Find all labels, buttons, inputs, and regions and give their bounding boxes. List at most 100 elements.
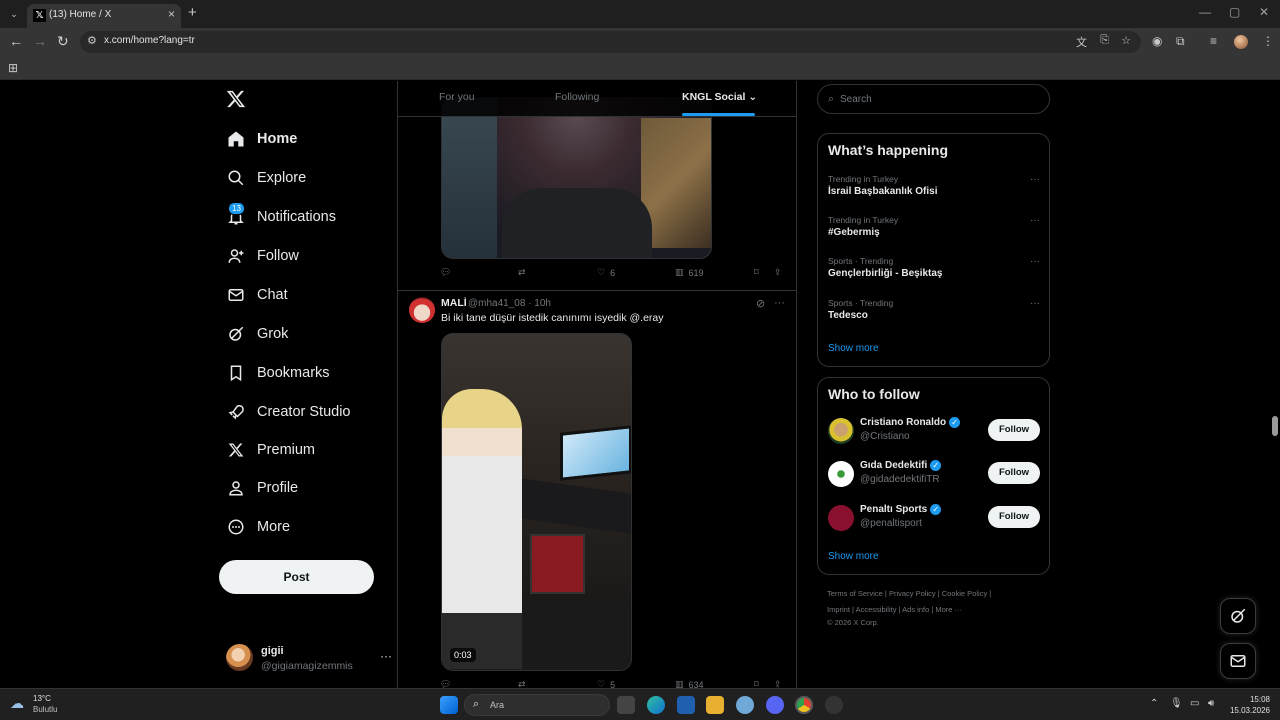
follow-button[interactable]: Follow xyxy=(988,506,1040,528)
nav-notifications[interactable]: 13 Notifications xyxy=(226,202,336,231)
restore-icon[interactable]: ▢ xyxy=(1229,5,1240,19)
bookmark-star-icon[interactable]: ☆ xyxy=(1121,34,1131,47)
tweet2-video[interactable]: 0:03 xyxy=(441,333,632,671)
back-icon[interactable]: ← xyxy=(9,33,23,49)
browser-tab[interactable]: 𝕏 (13) Home / X × xyxy=(27,4,181,28)
start-icon[interactable] xyxy=(440,696,458,714)
volume-icon[interactable]: 🔊︎ xyxy=(1208,698,1214,709)
nav-follow[interactable]: Follow xyxy=(226,242,299,270)
reply-icon[interactable]: 💬︎ xyxy=(440,679,451,688)
follow-button[interactable]: Follow xyxy=(988,419,1040,441)
discord-icon[interactable] xyxy=(766,696,784,714)
trend-item[interactable]: Trending in Turkey İsrail Başbakanlık Of… xyxy=(828,174,1040,197)
follow-button[interactable]: Follow xyxy=(988,462,1040,484)
address-bar[interactable]: ⚙ x.com/home?lang=tr 文 ⎘ ☆ xyxy=(80,31,1141,53)
puzzle-icon[interactable]: ⧉ xyxy=(1176,34,1185,49)
tweet1-media[interactable] xyxy=(441,97,712,259)
grok-float-button[interactable] xyxy=(1220,598,1256,634)
tab-kngl-social[interactable]: KNGL Social ⌄ xyxy=(682,91,757,103)
reply-icon[interactable]: 💬︎ xyxy=(440,267,451,278)
follow-suggestion[interactable]: Cristiano Ronaldo ✓ @Cristiano Follow xyxy=(828,416,1040,448)
translate-icon[interactable]: 文 xyxy=(1076,34,1087,50)
apps-grid-icon[interactable]: ⊞ xyxy=(8,61,18,75)
task-view-icon[interactable] xyxy=(617,696,635,714)
follow-suggestion[interactable]: Penaltı Sports ✓ @penaltisport Follow xyxy=(828,503,1040,535)
x-logo-icon[interactable] xyxy=(226,89,246,109)
post-button[interactable]: Post xyxy=(219,560,374,594)
video-frame xyxy=(442,389,522,669)
tweet-more-icon[interactable]: ··· xyxy=(774,297,785,309)
edge-icon[interactable] xyxy=(647,696,665,714)
nav-more[interactable]: More xyxy=(226,513,290,541)
page-scrollbar[interactable] xyxy=(1272,416,1278,436)
tab-following[interactable]: Following xyxy=(555,91,599,103)
share-icon[interactable]: ⇪ xyxy=(774,679,782,688)
like-button[interactable]: ♡ 6 xyxy=(597,267,615,278)
minimize-icon[interactable]: — xyxy=(1199,5,1211,19)
system-clock[interactable]: 15:08 15.03.2026 xyxy=(1230,694,1270,716)
store-icon[interactable] xyxy=(677,696,695,714)
views-button[interactable]: ▥ 619 xyxy=(675,267,704,278)
bookmark-button-icon[interactable]: ⌑ xyxy=(754,267,759,278)
tab-search-icon[interactable]: ⌄ xyxy=(6,6,22,22)
search-input[interactable]: ⌕ Search xyxy=(817,84,1050,114)
tweet2-handle-time[interactable]: @mha41_08 · 10h xyxy=(468,298,551,309)
nav-bookmarks[interactable]: Bookmarks xyxy=(226,359,330,387)
grok-explain-icon[interactable]: ⊘ xyxy=(756,297,765,310)
footer-links[interactable]: Imprint | Accessibility | Ads info | Mor… xyxy=(827,605,962,614)
taskbar-search[interactable]: ⌕ Ara xyxy=(464,694,610,716)
url-text[interactable]: x.com/home?lang=tr xyxy=(104,35,195,46)
network-icon[interactable]: ▭ xyxy=(1190,698,1199,709)
media-icon[interactable]: ≡ xyxy=(1210,34,1217,48)
repost-icon[interactable]: ⇄ xyxy=(518,679,526,688)
trend-item[interactable]: Sports · Trending Tedesco ··· xyxy=(828,298,1040,321)
browser-menu-icon[interactable]: ⋮ xyxy=(1262,34,1274,48)
settings-gear-icon[interactable] xyxy=(736,696,754,714)
trend-more-icon[interactable]: ··· xyxy=(1030,174,1040,185)
account-switcher[interactable]: gigii @gigiamagizemmis ··· xyxy=(226,641,392,675)
trend-more-icon[interactable]: ··· xyxy=(1030,256,1040,267)
trend-more-icon[interactable]: ··· xyxy=(1030,215,1040,226)
tab-for-you[interactable]: For you xyxy=(439,91,475,103)
follow-suggestion[interactable]: Gıda Dedektifi ✓ @gidadedektifiTR Follow xyxy=(828,459,1040,491)
chrome-icon[interactable] xyxy=(795,696,813,714)
tray-chevron-icon[interactable]: ⌃ xyxy=(1150,698,1158,709)
new-tab-button[interactable]: + xyxy=(188,4,197,21)
tab-close-icon[interactable]: × xyxy=(168,7,175,21)
account-more-icon[interactable]: ··· xyxy=(380,649,392,663)
app-icon[interactable] xyxy=(825,696,843,714)
repost-icon[interactable]: ⇄ xyxy=(518,267,526,278)
like-button[interactable]: ♡ 5 xyxy=(597,679,615,688)
reload-icon[interactable]: ↻ xyxy=(57,33,69,50)
nav-chat[interactable]: Chat xyxy=(226,281,288,309)
share-icon[interactable]: ⇪ xyxy=(774,267,782,278)
forward-icon[interactable]: → xyxy=(33,33,47,49)
nav-grok[interactable]: Grok xyxy=(226,320,288,348)
extension-icon[interactable]: ◉ xyxy=(1152,34,1162,48)
tweet2-author-name[interactable]: MALİ xyxy=(441,297,467,309)
whats-happening-panel: What’s happening Trending in Turkey İsra… xyxy=(817,133,1050,367)
nav-premium[interactable]: Premium xyxy=(226,436,315,464)
weather-temp: 13°C xyxy=(33,694,51,703)
bookmark-button-icon[interactable]: ⌑ xyxy=(754,679,759,688)
file-explorer-icon[interactable] xyxy=(706,696,724,714)
trends-show-more-link[interactable]: Show more xyxy=(828,343,879,354)
browser-profile-avatar[interactable] xyxy=(1234,35,1248,49)
footer-links[interactable]: Terms of Service | Privacy Policy | Cook… xyxy=(827,589,991,598)
follow-show-more-link[interactable]: Show more xyxy=(828,551,879,562)
nav-profile[interactable]: Profile xyxy=(226,474,298,502)
install-icon[interactable]: ⎘ xyxy=(1100,34,1109,47)
nav-creator-studio[interactable]: Creator Studio xyxy=(226,398,351,426)
nav-explore-label: Explore xyxy=(257,170,307,186)
window-close-icon[interactable]: ✕ xyxy=(1259,5,1269,19)
nav-home[interactable]: Home xyxy=(226,125,297,153)
views-button[interactable]: ▥ 634 xyxy=(675,679,704,688)
nav-explore[interactable]: Explore xyxy=(226,164,306,192)
messages-float-button[interactable] xyxy=(1220,643,1256,679)
tweet2-avatar[interactable] xyxy=(409,297,435,323)
site-info-icon[interactable]: ⚙ xyxy=(87,34,97,47)
trend-more-icon[interactable]: ··· xyxy=(1030,298,1040,309)
trend-item[interactable]: Trending in Turkey #Gebermiş ··· xyxy=(828,215,1040,238)
trend-item[interactable]: Sports · Trending Gençlerbirliği - Beşik… xyxy=(828,256,1040,279)
mic-icon[interactable]: 🎙︎ xyxy=(1170,698,1183,709)
